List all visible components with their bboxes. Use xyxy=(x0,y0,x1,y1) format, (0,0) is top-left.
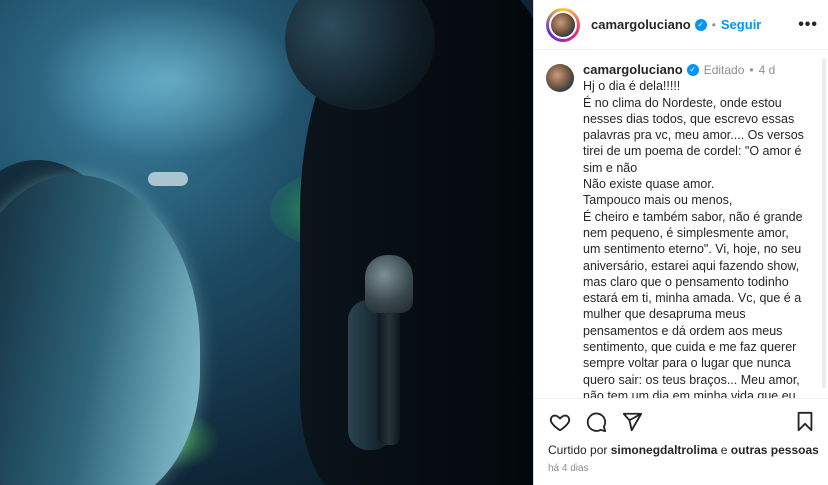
caption-line: um sentimento eterno". Vi, hoje, no seu xyxy=(583,242,802,257)
post-date[interactable]: há 4 dias xyxy=(548,463,817,474)
follow-button[interactable]: Seguir xyxy=(721,17,761,32)
caption-row: camargoluciano ✓ Editado • 4 d Hj o dia … xyxy=(546,62,817,398)
likes-summary: Curtido por simonegdaltrolima e outras p… xyxy=(548,443,819,457)
caption-line: palavras pra vc, meu amor.... Os versos xyxy=(583,128,804,143)
stage-lights xyxy=(148,172,188,186)
caption-line: quero sair: os teus braços... Meu amor, xyxy=(583,372,800,387)
caption-line: aniversário, estarei aqui fazendo show, xyxy=(583,258,800,273)
caption-body: camargoluciano ✓ Editado • 4 d Hj o dia … xyxy=(583,62,817,398)
time-ago[interactable]: 4 d xyxy=(759,62,776,78)
caption-line: tirei de um poema de cordel: "O amor é xyxy=(583,144,802,159)
more-options-icon[interactable]: ••• xyxy=(798,16,818,34)
verified-badge-icon: ✓ xyxy=(686,64,699,77)
post-actions: Curtido por simonegdaltrolima e outras p… xyxy=(534,398,828,485)
caption-meta: camargoluciano ✓ Editado • 4 d xyxy=(583,62,817,78)
caption-line: nem pequeno, é simplesmente amor, xyxy=(583,225,789,240)
caption-line: mas claro que o pensamento todinho xyxy=(583,274,789,289)
meta-separator: • xyxy=(749,63,754,77)
caption-line: Tampouco mais ou menos, xyxy=(583,193,733,208)
verified-badge-icon: ✓ xyxy=(694,18,707,31)
caption-text: Hj o dia é dela!!!!! É no clima do Nordes… xyxy=(583,78,817,398)
caption-line: mulher que desapruma meus xyxy=(583,307,746,322)
caption-line: sentimento, que cuida e me faz querer xyxy=(583,340,797,355)
caption-line: Hj o dia é dela!!!!! xyxy=(583,79,681,94)
post-header: camargoluciano ✓ • Seguir ••• xyxy=(534,0,828,50)
post-photo[interactable] xyxy=(0,0,533,485)
post-details-panel: camargoluciano ✓ • Seguir ••• camargoluc… xyxy=(533,0,828,485)
caption-line: estará em ti, minha amada. Vc, que é a xyxy=(583,291,802,306)
likes-conjunction: e xyxy=(720,443,728,457)
bookmark-icon[interactable] xyxy=(793,410,817,434)
header-separator: • xyxy=(711,17,716,32)
microphone-handle xyxy=(378,305,400,445)
caption-line: sempre voltar para o lugar que nunca xyxy=(583,356,791,371)
caption-line: sim e não xyxy=(583,160,638,175)
action-icons xyxy=(548,407,817,437)
caption-line: É cheiro e também sabor, não é grande xyxy=(583,209,803,224)
likes-prefix: Curtido por xyxy=(548,443,608,457)
microphone-icon xyxy=(365,255,413,313)
share-icon[interactable] xyxy=(620,410,644,434)
liked-by-user[interactable]: simonegdaltrolima xyxy=(611,443,718,457)
caption-username[interactable]: camargoluciano xyxy=(583,62,683,78)
likes-others-link[interactable]: outras pessoas xyxy=(731,443,819,457)
caption-line: nesses dias todos, que escrevo essas xyxy=(583,111,795,126)
caption-area[interactable]: camargoluciano ✓ Editado • 4 d Hj o dia … xyxy=(534,50,828,398)
heart-icon[interactable] xyxy=(548,410,572,434)
edited-label: Editado xyxy=(703,63,745,77)
woman-silhouette xyxy=(0,175,200,485)
header-username[interactable]: camargoluciano xyxy=(591,17,691,32)
caption-line: não tem um dia em minha vida que eu xyxy=(583,388,796,398)
avatar[interactable] xyxy=(546,7,580,42)
caption-line: É no clima do Nordeste, onde estou xyxy=(583,95,782,110)
caption-avatar[interactable] xyxy=(546,64,574,92)
caption-line: Não existe quase amor. xyxy=(583,177,715,192)
caption-line: pensamentos e dá ordem aos meus xyxy=(583,323,783,338)
stage-light-glow xyxy=(40,0,300,160)
comment-icon[interactable] xyxy=(584,410,608,434)
caption-scrollbar[interactable] xyxy=(822,58,826,388)
